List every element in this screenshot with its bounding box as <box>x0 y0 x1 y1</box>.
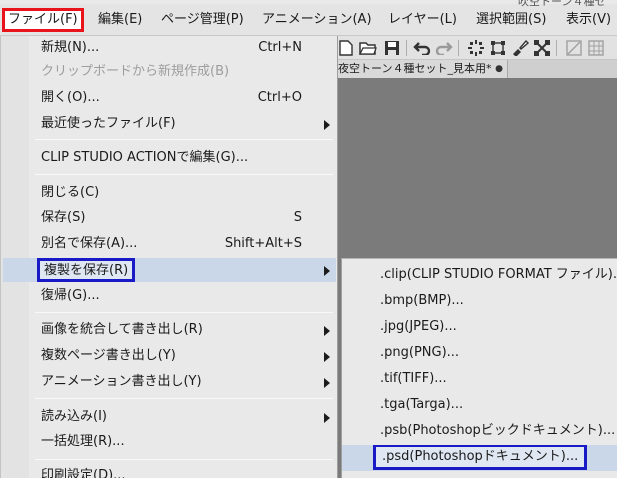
undo-icon[interactable] <box>412 38 432 58</box>
brush-icon[interactable] <box>510 38 530 58</box>
menu-separator <box>35 139 333 140</box>
document-tab-strip: 夜空トーン４種セット_見本用* ● <box>336 60 617 78</box>
submenu-item-label: .clip(CLIP STUDIO FORMAT ファイル)... <box>380 267 617 282</box>
menu-item-export-flattened[interactable]: 画像を統合して書き出し(R) <box>3 318 336 342</box>
file-menu-dropdown: 新規(N)... Ctrl+N クリップボードから新規作成(B) 開く(O)..… <box>0 36 338 478</box>
menu-item-open[interactable]: 開く(O)... Ctrl+O <box>3 86 336 110</box>
menu-item-label: 複製を保存(R) <box>37 258 136 282</box>
toolbar-separator <box>406 40 407 56</box>
grid-icon[interactable] <box>586 38 606 58</box>
menu-item-save[interactable]: 保存(S) S <box>3 206 336 230</box>
menu-item-import[interactable]: 読み込み(I) <box>3 405 336 429</box>
menu-selection[interactable]: 選択範囲(S) <box>470 8 552 32</box>
document-tab-label: 夜空トーン４種セット_見本用* <box>338 62 492 75</box>
transform-icon[interactable] <box>488 38 508 58</box>
menu-item-label: CLIP STUDIO ACTIONで編集(G)... <box>41 150 249 165</box>
menu-item-close[interactable]: 閉じる(C) <box>3 181 336 205</box>
menu-edit[interactable]: 編集(E) <box>92 8 148 32</box>
submenu-item-bmp[interactable]: .bmp(BMP)... <box>342 288 617 314</box>
menu-item-label: 読み込み(I) <box>41 409 107 424</box>
toolbar-separator <box>556 40 557 56</box>
submenu-arrow-icon <box>324 266 330 276</box>
open-folder-icon[interactable] <box>358 38 378 58</box>
title-bar: 吹空トーン４種セ <box>0 0 617 8</box>
menu-item-export-animation[interactable]: アニメーション書き出し(Y) <box>3 370 336 394</box>
menu-item-label: 一括処理(R)... <box>41 434 125 449</box>
menu-item-revert[interactable]: 復帰(G)... <box>3 284 336 308</box>
submenu-item-tga[interactable]: .tga(Targa)... <box>342 392 617 418</box>
submenu-arrow-icon <box>324 413 330 423</box>
menu-item-shortcut: S <box>293 210 302 225</box>
selection-icon[interactable] <box>466 38 486 58</box>
submenu-item-clip[interactable]: .clip(CLIP STUDIO FORMAT ファイル)... <box>342 262 617 288</box>
menu-item-clip-studio-action[interactable]: CLIP STUDIO ACTIONで編集(G)... <box>3 146 336 170</box>
menu-page-management[interactable]: ページ管理(P) <box>155 8 250 32</box>
menu-item-save-copy[interactable]: 複製を保存(R) <box>3 258 336 282</box>
menu-item-label: 復帰(G)... <box>41 288 100 303</box>
ruler-icon[interactable] <box>564 38 584 58</box>
save-copy-submenu: .clip(CLIP STUDIO FORMAT ファイル)... .bmp(B… <box>341 258 617 478</box>
submenu-item-psd[interactable]: .psd(Photoshopドキュメント)... <box>342 445 617 471</box>
menu-separator <box>35 398 333 399</box>
menu-item-shortcut: Shift+Alt+S <box>224 236 302 251</box>
toolbar-separator <box>458 40 459 56</box>
menu-item-label: 印刷設定(D)... <box>41 468 126 478</box>
document-tab[interactable]: 夜空トーン４種セット_見本用* ● <box>336 60 508 78</box>
submenu-item-label: .tga(Targa)... <box>380 397 464 412</box>
menu-item-new[interactable]: 新規(N)... Ctrl+N <box>3 36 336 60</box>
menu-item-save-as[interactable]: 別名で保存(A)... Shift+Alt+S <box>3 232 336 256</box>
menu-separator <box>35 459 333 460</box>
submenu-item-psb[interactable]: .psb(Photoshopビックドキュメント)... <box>342 418 617 444</box>
menu-item-label: 開く(O)... <box>41 90 100 105</box>
menu-layer[interactable]: レイヤー(L) <box>382 8 463 32</box>
submenu-item-label: .bmp(BMP)... <box>380 293 464 308</box>
submenu-item-label: .png(PNG)... <box>380 345 460 360</box>
menu-view[interactable]: 表示(V) <box>560 8 617 32</box>
mesh-icon[interactable] <box>532 38 552 58</box>
menu-item-recent-files[interactable]: 最近使ったファイル(F) <box>3 112 336 136</box>
submenu-arrow-icon <box>324 326 330 336</box>
submenu-item-label: .psb(Photoshopビックドキュメント)... <box>380 423 616 438</box>
menu-item-label: 保存(S) <box>41 210 86 225</box>
menu-bar: 吹空トーン４種セ ファイル(F) 編集(E) ページ管理(P) アニメーション(… <box>0 0 617 36</box>
menu-item-shortcut: Ctrl+N <box>258 40 302 55</box>
redo-icon[interactable] <box>434 38 454 58</box>
menu-item-batch-process[interactable]: 一括処理(R)... <box>3 430 336 454</box>
menu-item-shortcut: Ctrl+O <box>257 90 302 105</box>
menu-file[interactable]: ファイル(F) <box>2 8 84 32</box>
menu-item-label: 閉じる(C) <box>41 185 100 200</box>
menu-item-label: クリップボードから新規作成(B) <box>41 64 230 79</box>
menu-separator <box>35 174 333 175</box>
new-page-icon[interactable] <box>336 38 356 58</box>
menu-item-print-settings[interactable]: 印刷設定(D)... <box>3 464 336 478</box>
menu-item-label: アニメーション書き出し(Y) <box>41 374 202 389</box>
submenu-item-tif[interactable]: .tif(TIFF)... <box>342 366 617 392</box>
menu-item-label: 最近使ったファイル(F) <box>41 116 176 131</box>
submenu-arrow-icon <box>324 378 330 388</box>
menu-item-label: 複数ページ書き出し(Y) <box>41 348 176 363</box>
menu-item-label: 新規(N)... <box>41 40 100 55</box>
submenu-item-png[interactable]: .png(PNG)... <box>342 340 617 366</box>
save-icon[interactable] <box>382 38 402 58</box>
menu-item-label: 別名で保存(A)... <box>41 236 138 251</box>
unsaved-dot-icon[interactable]: ● <box>495 60 503 78</box>
submenu-item-label: .tif(TIFF)... <box>380 371 447 386</box>
menu-item-label: 画像を統合して書き出し(R) <box>41 322 203 337</box>
menu-item-new-from-clipboard: クリップボードから新規作成(B) <box>3 60 336 84</box>
submenu-arrow-icon <box>324 352 330 362</box>
command-bar <box>336 36 617 60</box>
menu-item-export-multiple-pages[interactable]: 複数ページ書き出し(Y) <box>3 344 336 368</box>
submenu-arrow-icon <box>324 120 330 130</box>
submenu-item-label: .psd(Photoshopドキュメント)... <box>373 445 588 470</box>
menu-animation[interactable]: アニメーション(A) <box>256 8 378 32</box>
submenu-item-label: .jpg(JPEG)... <box>380 319 457 334</box>
submenu-item-jpg[interactable]: .jpg(JPEG)... <box>342 314 617 340</box>
menu-separator <box>35 312 333 313</box>
